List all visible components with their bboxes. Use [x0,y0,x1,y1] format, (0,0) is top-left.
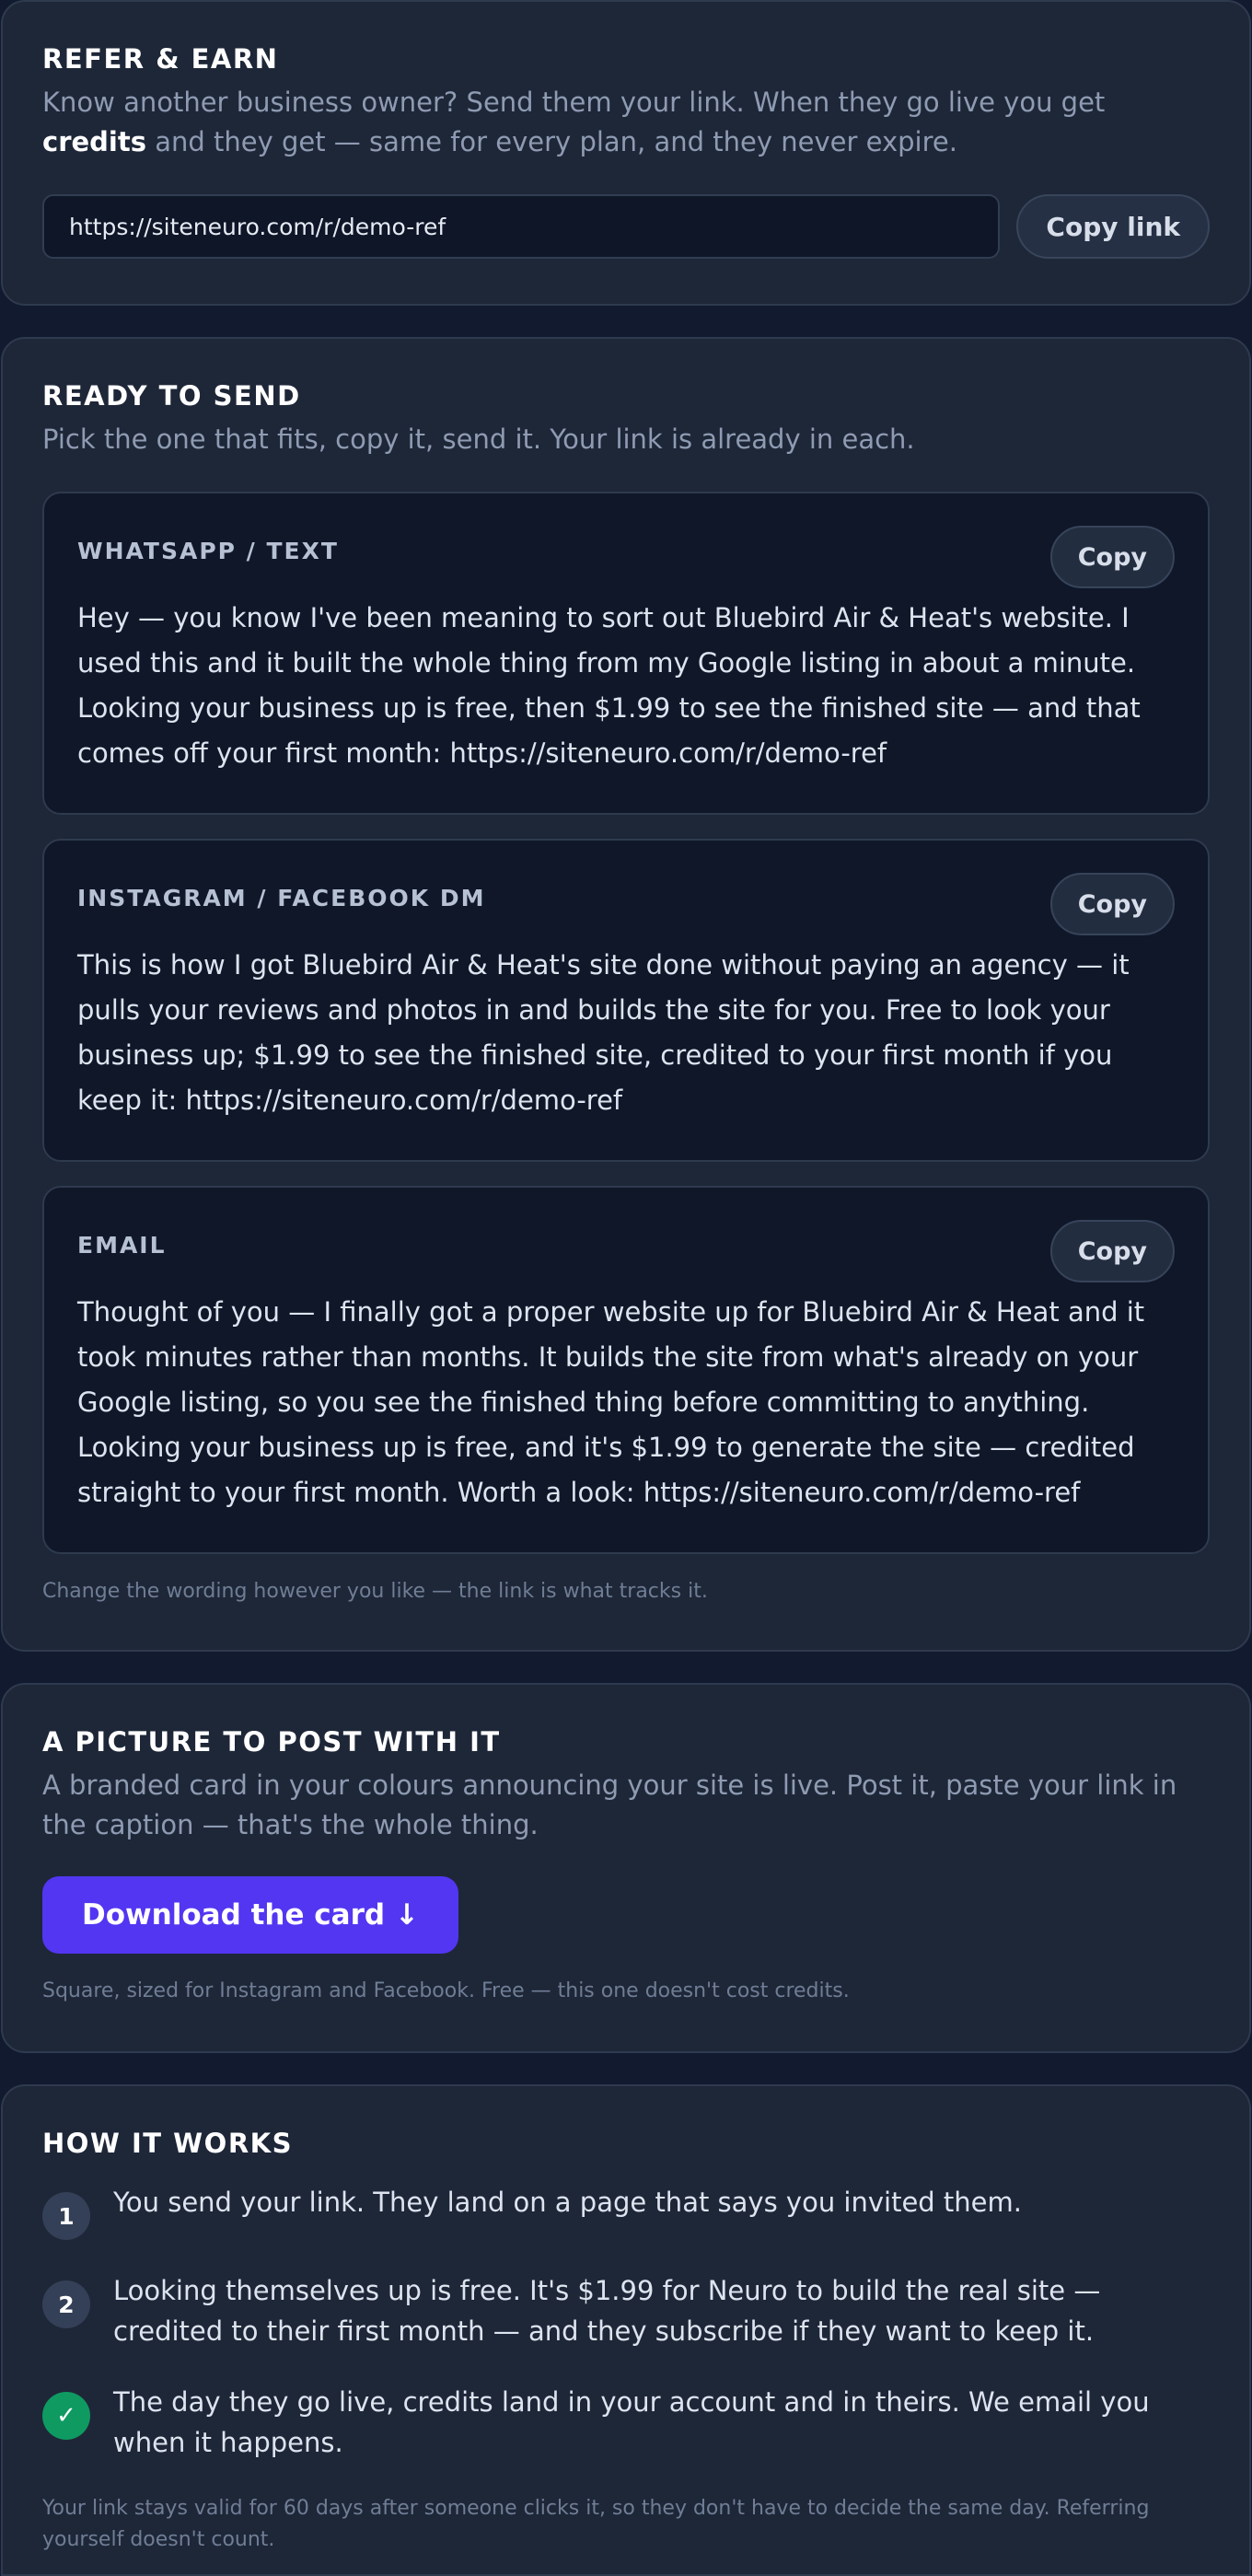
referral-page: REFER & EARN Know another business owner… [0,0,1252,2576]
ready-title: READY TO SEND [42,380,301,412]
copy-whatsapp-button[interactable]: Copy [1049,526,1175,588]
message-label: EMAIL [77,1232,167,1259]
ready-to-send-card: READY TO SEND Pick the one that fits, co… [1,337,1251,1652]
refer-desc-before: Know another business owner? Send them y… [42,87,1106,118]
message-text: Hey — you know I've been meaning to sort… [77,602,1141,769]
referral-link-row: Copy link [42,194,1210,259]
how-title: HOW IT WORKS [42,2128,294,2159]
refer-description: Know another business owner? Send them y… [42,83,1210,162]
steps-list: 1 You send your link. They land on a pag… [42,2182,1210,2463]
step-text: The day they go live, credits land in yo… [113,2386,1150,2458]
step-item: ✓ The day they go live, credits land in … [42,2382,1210,2463]
message-template-instagram: INSTAGRAM / FACEBOOK DM Copy This is how… [42,839,1210,1162]
refer-earn-card: REFER & EARN Know another business owner… [1,0,1251,306]
picture-subtitle: A branded card in your colours announcin… [42,1770,1177,1840]
download-card-button[interactable]: Download the card ↓ [42,1876,458,1954]
message-template-whatsapp: WHATSAPP / TEXT Copy Hey — you know I've… [42,492,1210,815]
copy-instagram-button[interactable]: Copy [1049,873,1175,935]
step-number-badge: 2 [42,2280,90,2328]
step-text: You send your link. They land on a page … [113,2187,1022,2218]
step-item: 1 You send your link. They land on a pag… [42,2182,1210,2240]
message-text: Thought of you — I finally got a proper … [77,1296,1145,1508]
refer-title: REFER & EARN [42,43,279,75]
how-it-works-card: HOW IT WORKS 1 You send your link. They … [1,2084,1251,2576]
referral-link-input[interactable] [42,194,1001,259]
message-label: WHATSAPP / TEXT [77,538,339,564]
copy-link-button[interactable]: Copy link [1016,194,1210,259]
ready-note: Change the wording however you like — th… [42,1580,708,1603]
picture-card: A PICTURE TO POST WITH IT A branded card… [1,1683,1251,2053]
how-note: Your link stays valid for 60 days after … [42,2497,1150,2551]
step-text: Looking themselves up is free. It's $1.9… [113,2275,1101,2347]
refer-desc-credits: credits [42,126,146,157]
message-label: INSTAGRAM / FACEBOOK DM [77,885,486,911]
refer-desc-after: and they get — same for every plan, and … [145,126,957,157]
copy-email-button[interactable]: Copy [1049,1220,1175,1282]
message-text: This is how I got Bluebird Air & Heat's … [77,949,1130,1116]
picture-title: A PICTURE TO POST WITH IT [42,1726,501,1758]
step-number-badge: 1 [42,2192,90,2240]
step-item: 2 Looking themselves up is free. It's $1… [42,2270,1210,2351]
message-template-email: EMAIL Copy Thought of you — I finally go… [42,1186,1210,1554]
check-icon: ✓ [42,2392,90,2440]
picture-note: Square, sized for Instagram and Facebook… [42,1979,850,2002]
ready-subtitle: Pick the one that fits, copy it, send it… [42,424,915,455]
